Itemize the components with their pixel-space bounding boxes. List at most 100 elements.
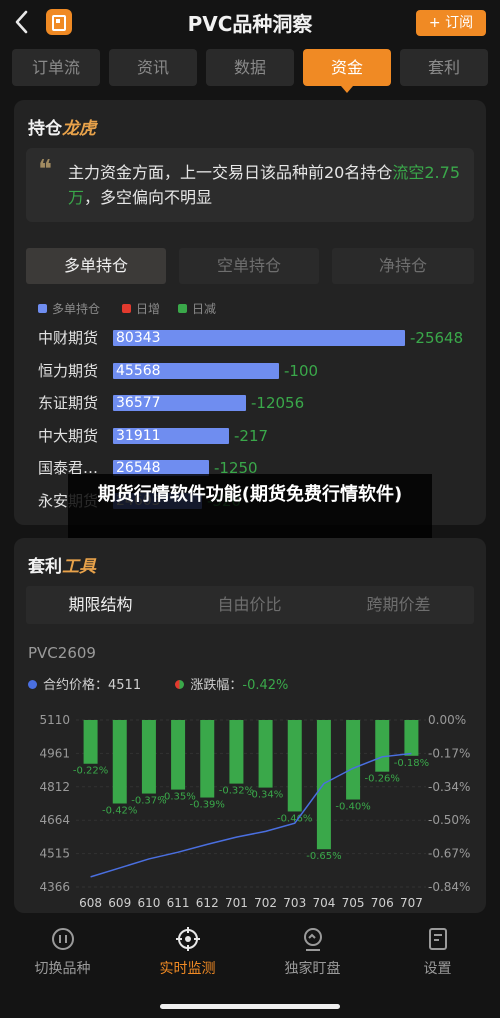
change-bar <box>258 720 273 788</box>
y-right-tick: -0.67% <box>428 847 470 861</box>
y-right-tick: -0.34% <box>428 780 470 794</box>
watermark-text: 期货行情软件功能(期货免费行情软件) <box>97 484 403 505</box>
monitor-icon <box>303 928 322 951</box>
change-bar <box>200 720 215 798</box>
broker-name: 恒力期货 <box>38 361 99 380</box>
holdings-card-title: 持仓龙虎 <box>28 119 96 139</box>
change-bar <box>404 720 419 756</box>
holding-row: 东证期货 36577 -12056 <box>38 393 478 413</box>
contract-symbol: PVC2609 <box>28 644 96 662</box>
y-left-tick: 4664 <box>39 813 70 827</box>
y-left-tick: 4366 <box>39 880 70 894</box>
tab-long-holdings[interactable]: 多单持仓 <box>26 248 166 284</box>
chart-info-row: 合约价格：4511 涨跌幅：-0.42% <box>28 674 288 693</box>
x-tick: 611 <box>167 896 190 910</box>
y-right-tick: -0.84% <box>428 880 470 894</box>
arbitrage-subtabs: 期限结构 自由价比 跨期价差 <box>26 586 474 624</box>
holding-bar: 36577 <box>113 395 246 411</box>
top-nav: PVC品种洞察 + 订阅 <box>0 0 500 44</box>
tab-short-holdings[interactable]: 空单持仓 <box>179 248 319 284</box>
subscribe-button[interactable]: + 订阅 <box>416 10 486 36</box>
x-tick: 701 <box>225 896 248 910</box>
tab-order-flow[interactable]: 订单流 <box>12 49 100 86</box>
holding-bar: 45568 <box>113 362 279 379</box>
arbitrage-card: 套利工具 期限结构 自由价比 跨期价差 PVC2609 合约价格：4511 涨跌… <box>14 538 486 913</box>
change-bar <box>375 720 390 772</box>
tab-news[interactable]: 资讯 <box>109 49 197 86</box>
change-bar <box>287 720 302 812</box>
y-left-tick: 4515 <box>39 847 70 861</box>
bar-value-label: -0.40% <box>335 802 370 813</box>
x-tick: 702 <box>254 896 277 910</box>
price-dot-icon <box>28 680 37 689</box>
x-tick: 706 <box>371 896 394 910</box>
x-tick: 703 <box>283 896 306 910</box>
bar-value-label: -0.65% <box>306 851 341 862</box>
broker-name: 中大期货 <box>38 426 99 445</box>
change-bar <box>346 720 361 800</box>
main-tabs: 订单流 资讯 数据 资金 套利 <box>12 49 488 93</box>
nav-realtime-monitor[interactable]: 实时监测 <box>125 926 250 978</box>
term-structure-chart: 5110 4961 4812 4664 4515 4366 0.00% -0.17% -0.34… <box>39 713 470 910</box>
switch-icon <box>51 928 74 950</box>
bar-value-label: -0.42% <box>102 806 137 817</box>
x-tick: 705 <box>342 896 365 910</box>
x-tick: 612 <box>196 896 219 910</box>
watermark-banner: 期货行情软件功能(期货免费行情软件) <box>68 474 432 542</box>
broker-name: 中财期货 <box>38 329 99 347</box>
bottom-nav: 切换品种 实时监测 独家盯盘 设置 <box>0 918 500 1018</box>
change-dot-icon <box>175 680 185 689</box>
x-tick: 610 <box>137 896 160 910</box>
tab-price-ratio[interactable]: 自由价比 <box>175 586 324 624</box>
legend-decrease: 日减 <box>178 300 216 317</box>
bar-value-label: -0.26% <box>365 774 400 785</box>
nav-exclusive-watch[interactable]: 独家盯盘 <box>250 926 375 978</box>
x-tick: 707 <box>400 896 423 910</box>
holding-change: -25648 <box>410 329 464 347</box>
bar-value-label: -0.34% <box>248 790 283 801</box>
settings-icon <box>428 928 447 950</box>
arbitrage-card-title: 套利工具 <box>28 557 96 577</box>
tab-data[interactable]: 数据 <box>206 49 294 86</box>
y-right-tick: 0.00% <box>428 713 466 727</box>
bar-value-label: -0.18% <box>394 758 429 769</box>
holding-row: 中财期货 80343 -25648 <box>38 328 478 348</box>
change-bar <box>83 720 98 764</box>
price-line <box>90 752 412 878</box>
x-tick: 608 <box>79 896 102 910</box>
legend-increase: 日增 <box>122 300 160 317</box>
change-bar <box>171 720 186 790</box>
y-left-tick: 5110 <box>39 713 70 727</box>
bar-value-label: -0.39% <box>190 800 225 811</box>
holding-bar: 31911 <box>113 427 229 444</box>
quote-icon: ❝ <box>38 155 52 185</box>
holdings-card: 持仓龙虎 ❝ 主力资金方面，上一交易日该品种前20名持仓流空2.75万，多空偏向… <box>14 100 486 525</box>
x-tick: 609 <box>108 896 131 910</box>
y-right-tick: -0.50% <box>428 813 470 827</box>
change-bar <box>112 720 127 804</box>
holdings-subtabs: 多单持仓 空单持仓 净持仓 <box>26 248 474 284</box>
change-bar <box>141 720 156 794</box>
tab-term-structure[interactable]: 期限结构 <box>26 586 175 624</box>
y-right-tick: -0.17% <box>428 746 470 760</box>
y-left-tick: 4812 <box>39 780 70 794</box>
x-tick: 704 <box>312 896 335 910</box>
holdings-summary-text: 主力资金方面，上一交易日该品种前20名持仓流空2.75万，多空偏向不明显 <box>68 163 461 207</box>
tab-net-holdings[interactable]: 净持仓 <box>332 248 474 284</box>
bar-value-label: -0.22% <box>73 766 108 777</box>
holding-row: 中大期货 31911 -217 <box>38 426 478 446</box>
tab-funds[interactable]: 资金 <box>303 49 391 93</box>
holding-change: -12056 <box>251 394 305 412</box>
target-icon <box>175 927 200 951</box>
broker-name: 东证期货 <box>38 394 99 412</box>
holding-change: -100 <box>284 361 319 380</box>
tab-calendar-spread[interactable]: 跨期价差 <box>324 586 473 624</box>
holding-row: 恒力期货 45568 -100 <box>38 361 478 381</box>
legend-long: 多单持仓 <box>38 300 100 317</box>
holding-bar: 80343 <box>113 330 405 346</box>
tab-arbitrage[interactable]: 套利 <box>400 49 488 86</box>
change-bar <box>229 720 244 784</box>
home-indicator <box>160 1004 340 1009</box>
nav-settings[interactable]: 设置 <box>375 926 500 978</box>
nav-switch-product[interactable]: 切换品种 <box>0 926 125 978</box>
